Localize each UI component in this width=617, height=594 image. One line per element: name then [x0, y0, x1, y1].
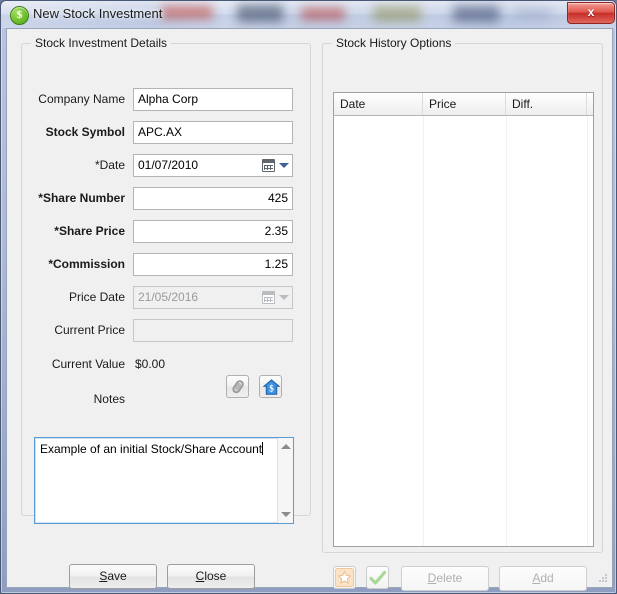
grid-divider	[423, 116, 424, 546]
house-note-button[interactable]: $	[259, 375, 282, 398]
notes-scrollbar[interactable]	[277, 438, 293, 523]
scroll-down-icon[interactable]	[281, 512, 291, 517]
share-number-input[interactable]: 425	[133, 187, 293, 210]
dialog-window: $ New Stock Investment x Stock Investmen…	[0, 0, 617, 594]
current-value-text: $0.00	[135, 357, 166, 371]
grid-column-date[interactable]: Date	[334, 93, 423, 115]
resize-grip[interactable]	[597, 572, 609, 584]
glass-blur-artifact	[161, 6, 213, 19]
attach-note-button[interactable]	[226, 375, 249, 398]
commission-input[interactable]: 1.25	[133, 253, 293, 276]
glass-blur-artifact	[517, 9, 551, 19]
glass-blur-artifact	[301, 8, 345, 20]
label-date: *Date	[94, 158, 125, 172]
stock-symbol-input[interactable]: APC.AX	[133, 121, 293, 144]
confirm-button	[366, 566, 389, 589]
label-company-name: Company Name	[38, 92, 125, 106]
delete-history-button: Delete	[401, 566, 489, 591]
label-stock-symbol: Stock Symbol	[45, 125, 125, 139]
grid-column-filler	[587, 93, 593, 115]
favorite-button	[333, 566, 356, 589]
save-button[interactable]: Save	[69, 564, 157, 589]
chevron-down-icon[interactable]	[279, 163, 289, 168]
notes-text-content: Example of an initial Stock/Share Accoun…	[40, 442, 263, 456]
grid-column-diff[interactable]: Diff.	[506, 93, 587, 115]
details-group-title: Stock Investment Details	[31, 36, 172, 50]
label-current-price: Current Price	[54, 323, 125, 337]
grid-header-row: Date Price Diff.	[334, 93, 593, 116]
stock-history-grid[interactable]: Date Price Diff.	[333, 92, 594, 547]
chevron-down-icon	[279, 295, 289, 300]
glass-blur-artifact	[453, 6, 499, 22]
window-title: New Stock Investment	[33, 6, 163, 21]
label-commission: *Commission	[48, 257, 125, 271]
text-caret	[262, 442, 264, 455]
stock-history-options-group: Stock History Options Date Price Diff. D…	[322, 36, 603, 591]
current-price-input	[133, 319, 293, 342]
house-dollar-icon: $	[263, 379, 280, 395]
close-window-button[interactable]: x	[567, 2, 615, 24]
history-group-title: Stock History Options	[332, 36, 456, 50]
title-bar: $ New Stock Investment x	[1, 1, 616, 28]
calendar-icon[interactable]	[262, 159, 275, 172]
dollar-circle-icon: $	[10, 6, 29, 25]
share-price-input[interactable]: 2.35	[133, 220, 293, 243]
svg-text:$: $	[269, 384, 274, 394]
company-name-input[interactable]: Alpha Corp	[133, 88, 293, 111]
glass-blur-artifact	[237, 5, 283, 22]
glass-blur-artifact	[373, 6, 421, 22]
close-button[interactable]: Close	[167, 564, 255, 589]
notes-textarea[interactable]: Example of an initial Stock/Share Accoun…	[34, 437, 294, 524]
grid-column-price[interactable]: Price	[423, 93, 506, 115]
calendar-icon	[262, 291, 275, 304]
grid-divider	[506, 116, 507, 546]
scroll-up-icon[interactable]	[281, 444, 291, 449]
label-share-price: *Share Price	[54, 224, 125, 238]
label-price-date: Price Date	[68, 290, 125, 304]
add-history-button: Add	[499, 566, 587, 591]
star-icon	[335, 568, 354, 587]
green-check-icon	[369, 570, 387, 585]
label-share-number: *Share Number	[38, 191, 125, 205]
label-current-value: Current Value	[51, 357, 125, 371]
paperclip-icon	[228, 376, 249, 398]
grid-divider	[587, 116, 588, 546]
label-notes: Notes	[93, 392, 125, 406]
client-area: Stock Investment Details Company Name Al…	[6, 28, 613, 591]
